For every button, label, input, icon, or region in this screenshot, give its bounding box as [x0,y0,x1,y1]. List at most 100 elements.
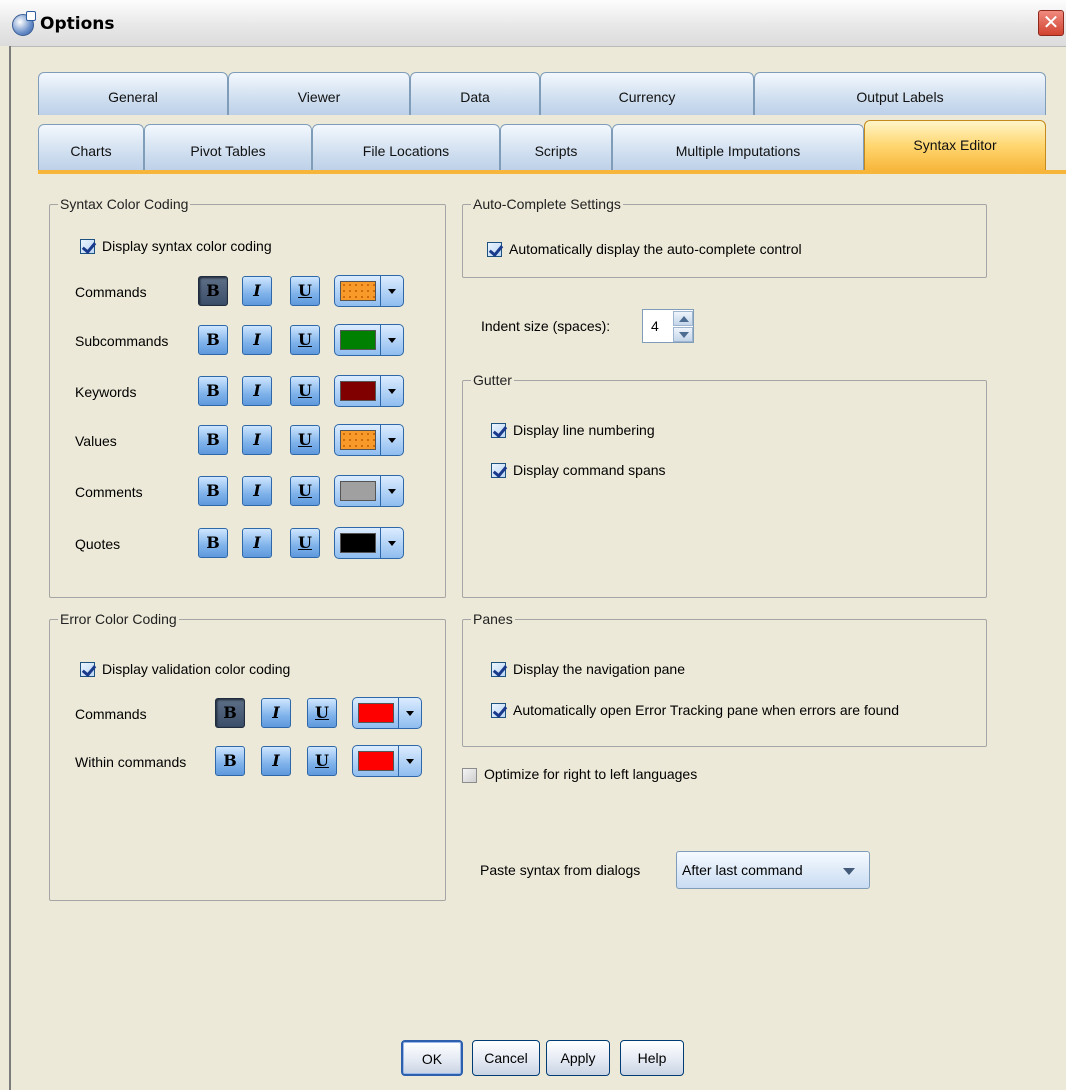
spin-down-icon[interactable] [673,327,693,342]
tab-syntax-editor[interactable]: Syntax Editor [864,120,1046,171]
row-label: Comments [75,484,143,500]
error-tracking-label: Automatically open Error Tracking pane w… [513,702,899,718]
display-validation-color-checkbox[interactable] [80,662,95,677]
underline-button[interactable]: U [290,325,320,355]
bold-button[interactable]: B [198,325,228,355]
italic-button[interactable]: I [242,425,272,455]
group-title: Gutter [473,372,512,388]
tab-currency[interactable]: Currency [540,72,754,115]
group-title: Syntax Color Coding [60,196,189,212]
line-numbering-label: Display line numbering [513,422,655,438]
color-picker-button[interactable] [334,527,404,559]
italic-button[interactable]: I [242,528,272,558]
color-picker-button[interactable] [334,275,404,307]
italic-button[interactable]: I [261,698,291,728]
tab-panel-top-border [38,170,1066,174]
app-icon [12,11,36,36]
color-swatch [340,381,376,401]
tab-data[interactable]: Data [410,72,540,115]
color-swatch [340,430,376,450]
spin-up-icon[interactable] [673,311,693,326]
bold-button[interactable]: B [198,425,228,455]
navigation-pane-checkbox[interactable] [491,662,506,677]
color-swatch [340,533,376,553]
close-button[interactable]: ✕ [1038,10,1064,36]
bold-button[interactable]: B [215,698,245,728]
line-numbering-checkbox[interactable] [491,423,506,438]
display-syntax-color-checkbox[interactable] [80,239,95,254]
italic-button[interactable]: I [242,325,272,355]
tab-charts[interactable]: Charts [38,124,144,171]
paste-syntax-select[interactable]: After last command [676,851,870,889]
group-title: Panes [473,611,513,627]
rtl-checkbox[interactable] [462,768,477,783]
row-label: Commands [75,284,147,300]
italic-button[interactable]: I [242,376,272,406]
paste-syntax-label: Paste syntax from dialogs [480,862,641,878]
color-picker-button[interactable] [352,697,422,729]
tab-viewer[interactable]: Viewer [228,72,410,115]
color-picker-button[interactable] [352,745,422,777]
bold-button[interactable]: B [198,276,228,306]
indent-size-spinner[interactable]: 4 [642,309,694,343]
dropdown-arrow-icon [380,425,403,455]
bold-button[interactable]: B [198,376,228,406]
color-picker-button[interactable] [334,375,404,407]
color-swatch [340,281,376,301]
underline-button[interactable]: U [290,425,320,455]
command-spans-label: Display command spans [513,462,666,478]
auto-complete-group: Auto-Complete Settings [462,196,987,278]
window-left-border [0,46,11,1090]
row-label: Commands [75,706,147,722]
dropdown-arrow-icon [380,376,403,406]
rtl-label: Optimize for right to left languages [484,766,698,782]
tab-file-locations[interactable]: File Locations [312,124,500,171]
indent-size-label: Indent size (spaces): [481,318,611,334]
bold-button[interactable]: B [198,476,228,506]
ok-button[interactable]: OK [401,1040,463,1076]
dropdown-arrow-icon [380,325,403,355]
tab-output-labels[interactable]: Output Labels [754,72,1046,115]
help-button[interactable]: Help [620,1040,684,1076]
indent-size-value: 4 [651,318,659,334]
underline-button[interactable]: U [290,376,320,406]
display-syntax-color-label: Display syntax color coding [102,238,272,254]
underline-button[interactable]: U [290,276,320,306]
panes-group: Panes [462,611,987,747]
color-picker-button[interactable] [334,475,404,507]
error-tracking-checkbox[interactable] [491,703,506,718]
color-swatch [358,751,394,771]
tab-multiple-imputations[interactable]: Multiple Imputations [612,124,864,171]
chevron-down-icon [843,868,855,875]
tab-pivot-tables[interactable]: Pivot Tables [144,124,312,171]
tab-scripts[interactable]: Scripts [500,124,612,171]
command-spans-checkbox[interactable] [491,463,506,478]
dropdown-arrow-icon [398,698,421,728]
dropdown-arrow-icon [398,746,421,776]
color-swatch [358,703,394,723]
options-dialog: Options ✕ General Viewer Data Currency O… [0,0,1066,1090]
underline-button[interactable]: U [307,746,337,776]
tab-general[interactable]: General [38,72,228,115]
bold-button[interactable]: B [215,746,245,776]
italic-button[interactable]: I [261,746,291,776]
italic-button[interactable]: I [242,276,272,306]
underline-button[interactable]: U [290,528,320,558]
color-picker-button[interactable] [334,324,404,356]
row-label: Subcommands [75,333,169,349]
group-title: Error Color Coding [60,611,177,627]
italic-button[interactable]: I [242,476,272,506]
bold-button[interactable]: B [198,528,228,558]
underline-button[interactable]: U [290,476,320,506]
color-picker-button[interactable] [334,424,404,456]
apply-button[interactable]: Apply [546,1040,610,1076]
auto-complete-label: Automatically display the auto-complete … [509,241,802,257]
cancel-button[interactable]: Cancel [472,1040,540,1076]
window-title: Options [40,14,115,34]
color-swatch [340,481,376,501]
row-label: Within commands [75,754,187,770]
dropdown-arrow-icon [380,476,403,506]
underline-button[interactable]: U [307,698,337,728]
auto-complete-checkbox[interactable] [487,242,502,257]
paste-syntax-value: After last command [682,862,803,878]
